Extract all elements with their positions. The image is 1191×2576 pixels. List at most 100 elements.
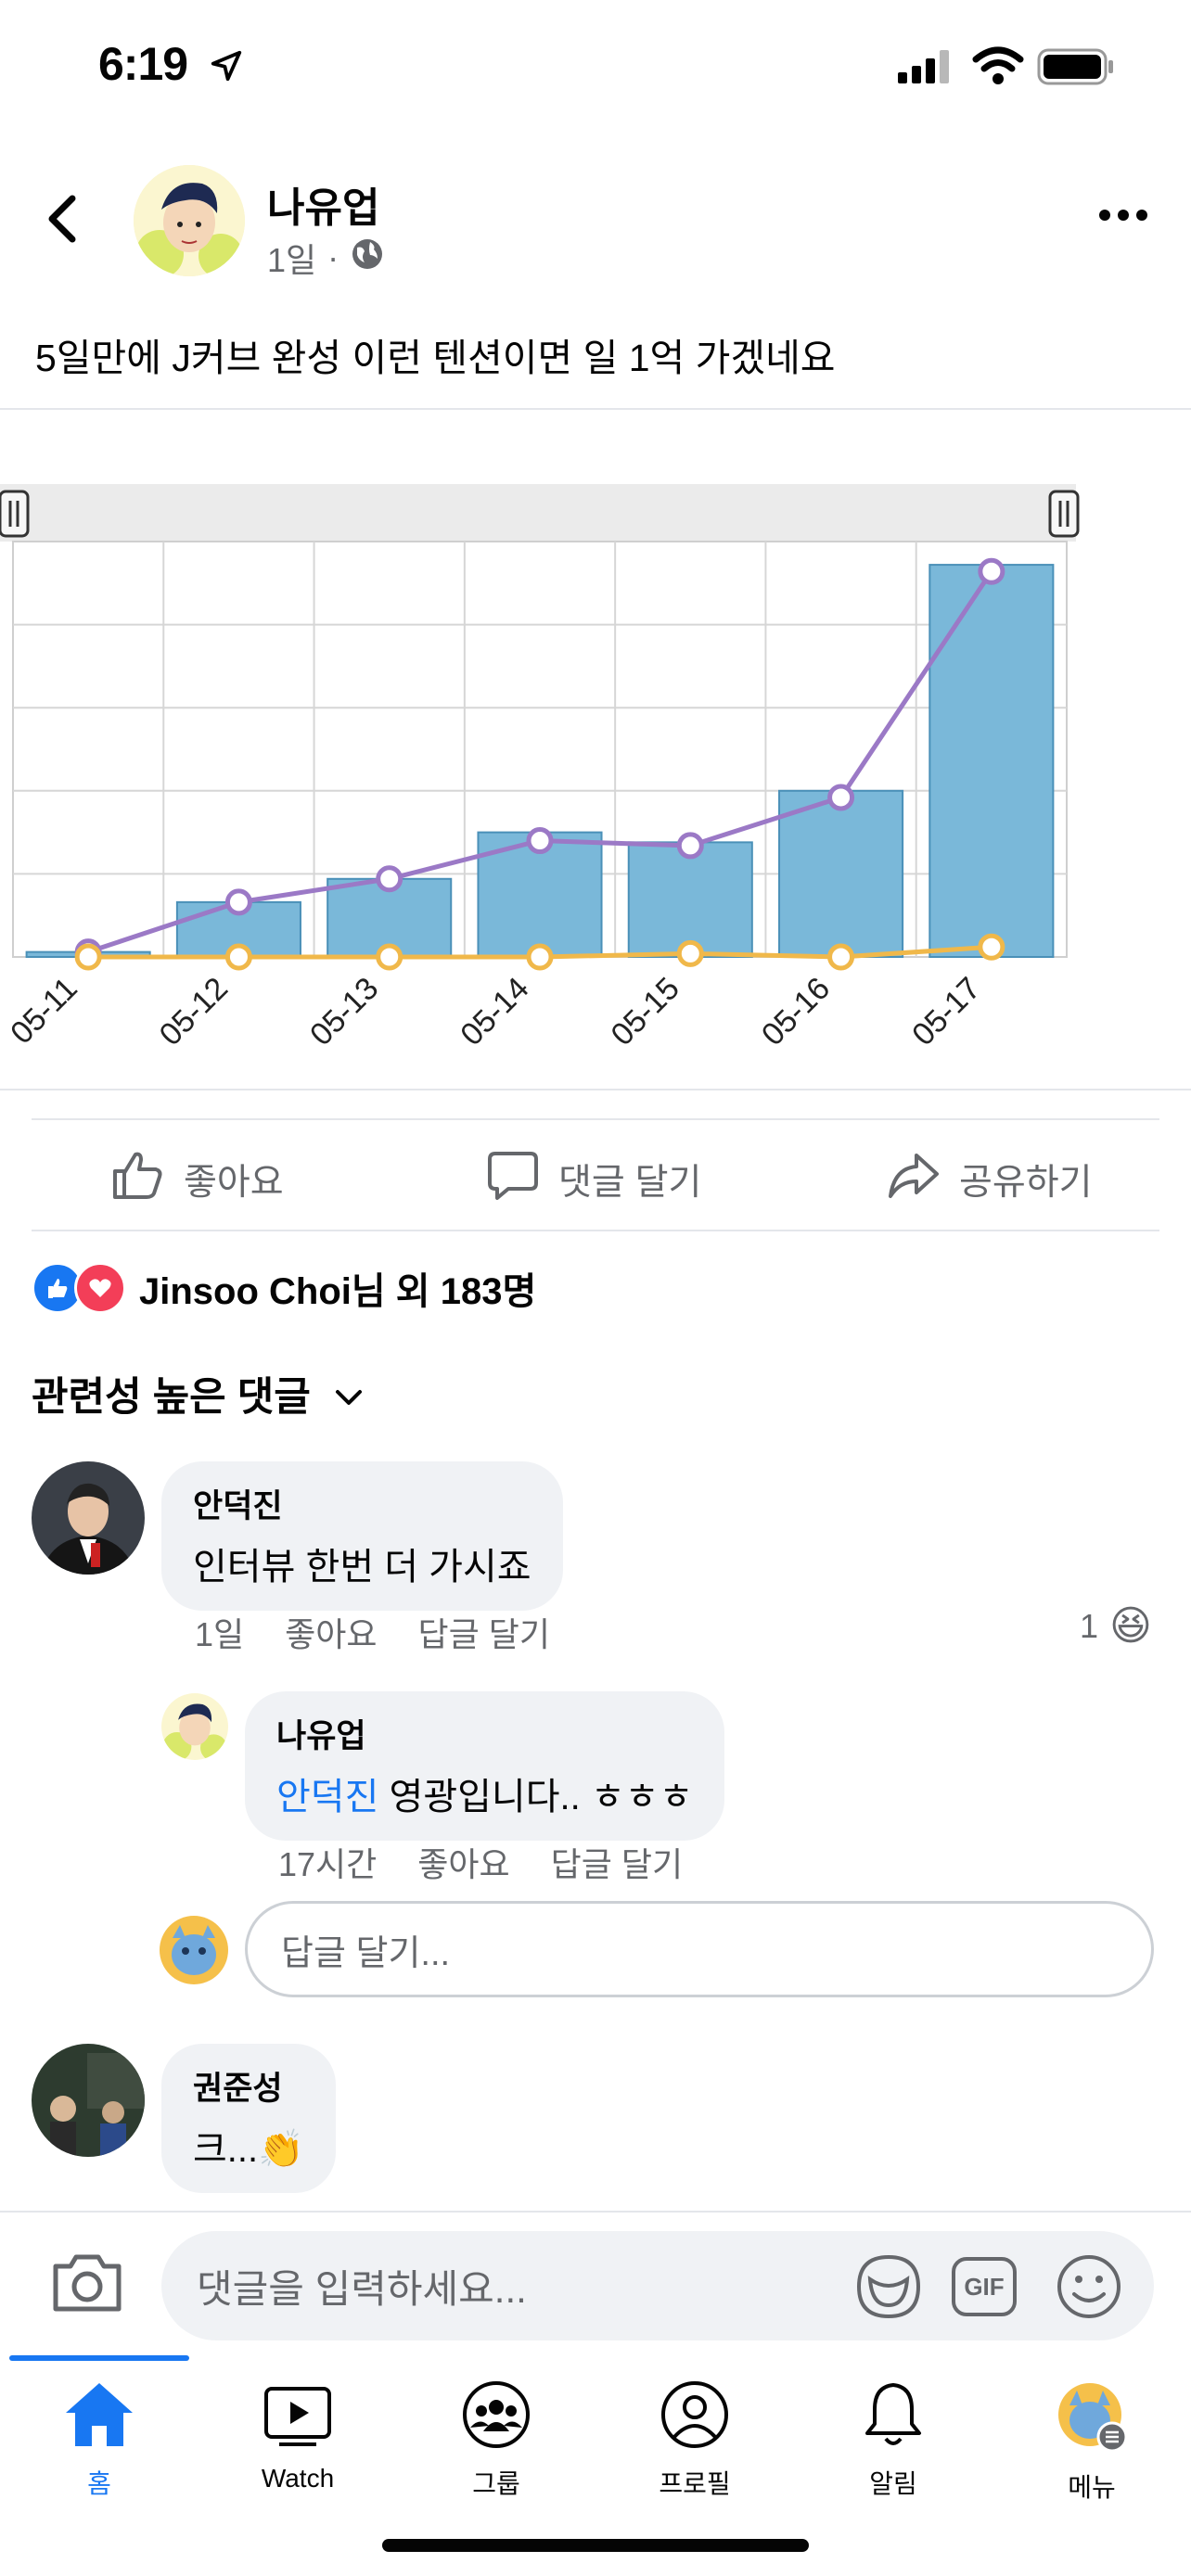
meta-separator: · bbox=[327, 238, 339, 276]
like-button[interactable]: 좋아요 bbox=[109, 1142, 284, 1217]
comment-bubble[interactable]: 안덕진 인터뷰 한번 더 가시죠 bbox=[161, 1461, 563, 1611]
x-tick-label: 05-11 bbox=[4, 971, 84, 1052]
comment-reply-button[interactable]: 답글 달기 bbox=[418, 1608, 550, 1656]
comment-text: 크...👏 bbox=[193, 2129, 304, 2170]
tab-menu[interactable]: 메뉴 bbox=[992, 2379, 1191, 2505]
author-name[interactable]: 나유업 bbox=[267, 174, 379, 234]
location-arrow-icon bbox=[209, 41, 244, 95]
chart-bar bbox=[627, 841, 753, 958]
wifi-icon bbox=[972, 46, 1024, 90]
like-label: 좋아요 bbox=[184, 1163, 284, 1203]
watch-icon bbox=[261, 2379, 335, 2456]
post-image-chart[interactable]: 05-11 05-12 05-13 05-14 05-15 05-16 05-17 bbox=[0, 482, 1191, 1076]
haha-emoji-icon: 😆 bbox=[1109, 1603, 1152, 1649]
avatar-sticker-icon[interactable] bbox=[853, 2251, 924, 2327]
chart-svg: 05-11 05-12 05-13 05-14 05-15 05-16 05-17 bbox=[0, 484, 1080, 1052]
profile-icon bbox=[658, 2379, 732, 2456]
bell-icon bbox=[856, 2379, 930, 2456]
chart-point bbox=[526, 827, 554, 855]
battery-icon bbox=[1037, 48, 1115, 90]
reply-input[interactable]: 답글 달기... bbox=[245, 1901, 1154, 1997]
divider bbox=[0, 1089, 1191, 1090]
reply-author-avatar[interactable] bbox=[161, 1693, 228, 1760]
comment-text: 인터뷰 한번 더 가시죠 bbox=[193, 1547, 531, 1588]
share-icon bbox=[887, 1148, 941, 1211]
divider bbox=[32, 1118, 1159, 1120]
range-handle-right bbox=[1048, 490, 1080, 538]
range-slider-track bbox=[0, 484, 1076, 542]
comment-bubble[interactable]: 권준성 크...👏 bbox=[161, 2044, 336, 2193]
comment-reaction[interactable]: 1 😆 bbox=[1080, 1602, 1152, 1650]
more-options-icon[interactable] bbox=[1098, 208, 1148, 227]
reaction-summary[interactable]: Jinsoo Choi님 외 183명 bbox=[32, 1261, 536, 1315]
commenter-avatar[interactable] bbox=[32, 1461, 145, 1575]
love-reaction-icon bbox=[74, 1262, 126, 1314]
comment-reaction-count: 1 bbox=[1080, 1606, 1099, 1645]
comment-author[interactable]: 안덕진 bbox=[193, 1480, 531, 1527]
share-label: 공유하기 bbox=[959, 1163, 1093, 1203]
range-handle-left bbox=[0, 490, 30, 538]
post-time[interactable]: 1일 bbox=[267, 234, 316, 282]
tab-label: 메뉴 bbox=[1068, 2473, 1116, 2502]
home-indicator bbox=[382, 2539, 809, 2552]
gif-button[interactable]: GIF bbox=[952, 2257, 1017, 2316]
reply-body: 영광입니다.. ㅎㅎㅎ bbox=[378, 1777, 694, 1817]
camera-icon[interactable] bbox=[50, 2250, 124, 2319]
comment-label: 댓글 달기 bbox=[558, 1163, 702, 1203]
comment-like-button[interactable]: 좋아요 bbox=[285, 1608, 377, 1656]
tab-label: 그룹 bbox=[472, 2469, 520, 2498]
reply-bubble[interactable]: 나유업 안덕진 영광입니다.. ㅎㅎㅎ bbox=[245, 1691, 725, 1841]
reply-time[interactable]: 17시간 bbox=[278, 1838, 377, 1886]
tab-home[interactable]: 홈 bbox=[0, 2379, 198, 2501]
comment-button[interactable]: 댓글 달기 bbox=[486, 1142, 701, 1217]
chart-point bbox=[526, 943, 554, 971]
tab-label: 프로필 bbox=[659, 2469, 731, 2498]
x-tick-label: 05-14 bbox=[454, 971, 535, 1052]
cellular-signal-icon bbox=[898, 50, 954, 88]
chart-bar bbox=[778, 789, 904, 958]
home-icon bbox=[62, 2379, 136, 2456]
tab-notifications[interactable]: 알림 bbox=[794, 2379, 992, 2501]
back-button[interactable] bbox=[43, 193, 80, 249]
chart-bar bbox=[928, 564, 1055, 958]
emoji-icon[interactable] bbox=[1054, 2251, 1124, 2327]
chart-point bbox=[827, 784, 855, 811]
x-tick-label: 05-16 bbox=[755, 971, 837, 1052]
author-avatar[interactable] bbox=[134, 165, 245, 276]
sort-label: 관련성 높은 댓글 bbox=[32, 1375, 311, 1420]
globe-icon bbox=[350, 236, 385, 280]
comment-sort-dropdown[interactable]: 관련성 높은 댓글 bbox=[32, 1365, 363, 1422]
comment-input-placeholder: 댓글을 입력하세요... bbox=[197, 2266, 527, 2311]
reply-mention[interactable]: 안덕진 bbox=[276, 1777, 378, 1817]
chart-point bbox=[827, 943, 855, 971]
my-avatar bbox=[160, 1916, 228, 1984]
post-meta: 1일 · bbox=[267, 234, 385, 282]
chart-point bbox=[74, 943, 102, 971]
chart-point bbox=[676, 832, 704, 860]
reaction-count-text: Jinsoo Choi님 외 183명 bbox=[139, 1271, 537, 1312]
tab-groups[interactable]: 그룹 bbox=[397, 2379, 596, 2501]
comment-time[interactable]: 1일 bbox=[195, 1608, 244, 1656]
active-tab-indicator bbox=[9, 2355, 189, 2361]
reply-like-button[interactable]: 좋아요 bbox=[417, 1838, 509, 1886]
chart-point bbox=[376, 865, 403, 893]
tab-label: 홈 bbox=[87, 2469, 111, 2498]
share-button[interactable]: 공유하기 bbox=[887, 1142, 1093, 1217]
status-time: 6:19 bbox=[98, 37, 244, 95]
chart-point bbox=[224, 888, 252, 916]
x-tick-label: 05-17 bbox=[905, 971, 987, 1052]
commenter-avatar[interactable] bbox=[32, 2044, 145, 2157]
chart-point bbox=[978, 557, 1005, 585]
chart-point bbox=[376, 943, 403, 971]
comment-author[interactable]: 권준성 bbox=[193, 2062, 304, 2110]
x-tick-label: 05-12 bbox=[153, 971, 235, 1052]
reply-actions: 17시간 좋아요 답글 달기 bbox=[278, 1838, 683, 1886]
comment-actions: 1일 좋아요 답글 달기 bbox=[195, 1608, 550, 1656]
reply-reply-button[interactable]: 답글 달기 bbox=[551, 1838, 683, 1886]
reply-author[interactable]: 나유업 bbox=[276, 1710, 693, 1757]
tab-profile[interactable]: 프로필 bbox=[596, 2379, 794, 2501]
groups-icon bbox=[459, 2379, 533, 2456]
tab-watch[interactable]: Watch bbox=[198, 2379, 397, 2493]
tab-label: 알림 bbox=[869, 2469, 917, 2498]
reply-text: 안덕진 영광입니다.. ㅎㅎㅎ bbox=[276, 1766, 693, 1820]
